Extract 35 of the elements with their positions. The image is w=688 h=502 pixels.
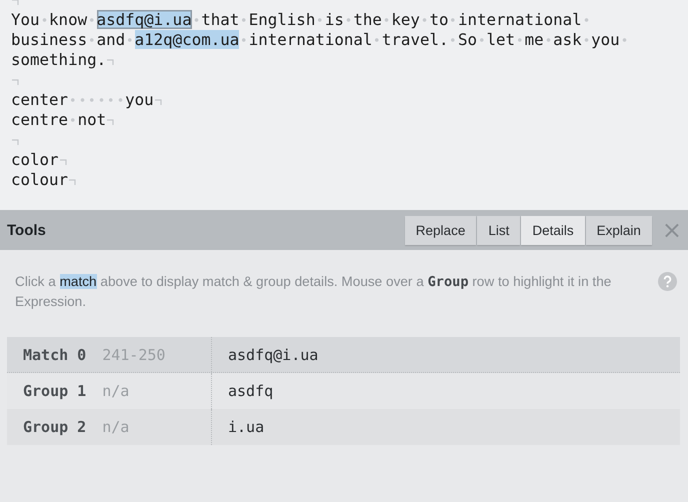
line-end-icon: [107, 59, 114, 65]
tool-tab[interactable]: Replace: [404, 216, 476, 245]
row-label: Group 1: [23, 382, 86, 400]
row-value: i.ua: [228, 418, 264, 436]
line-end-icon: [60, 159, 67, 165]
line-end-icon: [107, 119, 114, 125]
line-end-icon: [69, 179, 76, 185]
tool-tab[interactable]: Explain: [586, 216, 652, 245]
row-range: n/a: [102, 418, 130, 436]
tool-tab[interactable]: List: [477, 216, 520, 245]
row-label: Match 0: [23, 346, 86, 364]
line-end-icon: [12, 0, 19, 5]
tool-tab[interactable]: Details: [521, 216, 585, 245]
editor-line: center you: [11, 90, 154, 110]
editor-line: centre not: [11, 110, 106, 130]
line-end-icon: [12, 139, 19, 145]
editor-line: You know asdfq@i.ua that English is the key to international: [11, 10, 592, 30]
row-range: n/a: [102, 382, 130, 400]
line-end-icon: [12, 79, 19, 85]
description-text: Click a match above to display match & group details. Mouse over a Group row to highlight it in the Expression.: [15, 273, 612, 311]
row-value: asdfq: [228, 382, 274, 400]
tools-title: Tools: [7, 222, 47, 238]
match-highlight[interactable]: a12q@com.ua: [134, 30, 240, 49]
editor-line: business and a12q@com.ua international travel. So let me ask you: [11, 30, 630, 50]
line-end-icon: [154, 99, 162, 105]
editor-line: something.: [11, 50, 106, 70]
details-row[interactable]: Group 2 n/a i.ua: [7, 409, 680, 445]
details-row[interactable]: Match 0 241-250 asdfq@i.ua: [7, 337, 680, 373]
row-label: Group 2: [23, 418, 86, 436]
row-range: 241-250: [102, 346, 166, 364]
help-icon[interactable]: [658, 272, 677, 291]
row-value: asdfq@i.ua: [228, 346, 318, 364]
editor-line: colour: [11, 170, 68, 190]
match-highlight[interactable]: asdfq@i.ua: [96, 10, 192, 29]
editor-line: color: [11, 150, 59, 170]
